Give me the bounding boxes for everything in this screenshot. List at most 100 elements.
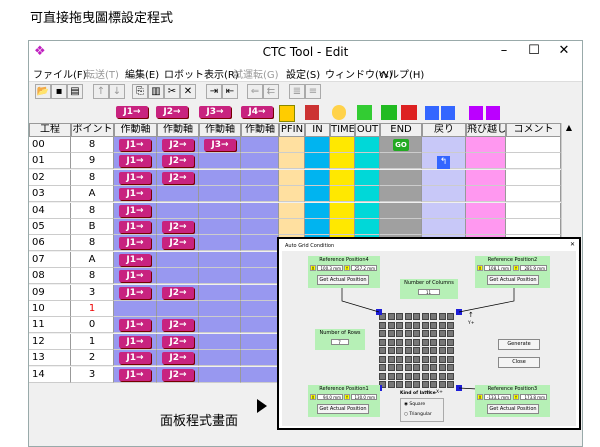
grid-cell[interactable] xyxy=(199,251,241,268)
copy-icon[interactable]: ⎘ xyxy=(132,84,148,99)
menu-test-run[interactable]: 試運転(G) xyxy=(233,66,279,81)
grid-cell[interactable] xyxy=(466,169,506,186)
menu-robot-display[interactable]: ロボット表示(R) xyxy=(164,66,239,81)
grid-cell[interactable] xyxy=(241,284,279,301)
grid-cell[interactable] xyxy=(380,153,422,170)
point-cell[interactable]: 1 xyxy=(71,301,114,317)
grid-cell[interactable] xyxy=(199,153,241,170)
j1-axis-icon[interactable]: J1→ xyxy=(119,368,151,381)
maximize-button[interactable]: ☐ xyxy=(519,42,549,60)
grid-cell[interactable] xyxy=(199,350,241,367)
j2-axis-icon[interactable]: J2→ xyxy=(162,139,194,151)
insert-col-icon[interactable]: ⇤ xyxy=(222,84,238,99)
grid-cell[interactable] xyxy=(199,317,241,334)
grid-cell[interactable] xyxy=(330,219,355,235)
point-cell[interactable]: 8 xyxy=(71,137,114,153)
grid-cell[interactable] xyxy=(330,137,355,153)
j3-axis-icon[interactable]: J3→ xyxy=(204,139,236,151)
grid-cell[interactable] xyxy=(199,235,241,252)
go-icon[interactable]: GO xyxy=(393,139,409,151)
menu-settings[interactable]: 設定(S) xyxy=(286,66,320,81)
grid-cell[interactable] xyxy=(279,137,305,153)
j2-axis-icon[interactable]: J2→ xyxy=(162,352,194,365)
up-icon[interactable]: ↑ xyxy=(93,84,109,99)
grid-cell[interactable] xyxy=(279,153,305,170)
return-icon[interactable]: ↰ xyxy=(437,156,450,169)
step-cell[interactable]: 03 xyxy=(29,186,71,203)
go-palette-icon[interactable] xyxy=(381,105,397,120)
menu-edit[interactable]: 編集(E) xyxy=(125,66,159,81)
grid-cell[interactable] xyxy=(241,219,279,235)
grid-cell[interactable] xyxy=(157,202,199,219)
grid-cell[interactable] xyxy=(330,153,355,170)
j1-axis-icon[interactable]: J1→ xyxy=(119,335,151,348)
grid-cell[interactable] xyxy=(199,186,241,203)
grid-cell[interactable] xyxy=(241,202,279,219)
generate-button[interactable]: Generate xyxy=(498,339,540,350)
grid-cell[interactable] xyxy=(241,137,279,153)
j1-axis-icon[interactable]: J1→ xyxy=(119,204,151,217)
jump2-palette-icon[interactable] xyxy=(486,106,500,120)
ref3-get-position-button[interactable]: Get Actual Position xyxy=(487,404,539,414)
pfin-palette-icon[interactable] xyxy=(279,105,295,122)
point-cell[interactable]: 1 xyxy=(71,333,114,350)
paste-icon[interactable]: ▥ xyxy=(148,84,164,99)
grid-cell[interactable] xyxy=(157,251,199,268)
grid-cell[interactable] xyxy=(506,169,561,186)
grid-cell[interactable] xyxy=(355,153,380,170)
grid-cell[interactable] xyxy=(241,301,279,317)
grid-cell[interactable] xyxy=(422,219,466,235)
grid-cell[interactable] xyxy=(305,153,330,170)
grid-cell[interactable] xyxy=(355,186,380,203)
point-cell[interactable]: 2 xyxy=(71,350,114,367)
grid-cell[interactable] xyxy=(380,202,422,219)
j2-axis-icon[interactable]: J2→ xyxy=(162,319,194,332)
step-cell[interactable]: 02 xyxy=(29,169,71,186)
indent-icon[interactable]: ⇐ xyxy=(247,84,263,99)
j1-palette-icon[interactable]: J1→ xyxy=(116,106,148,118)
point-cell[interactable]: 9 xyxy=(71,153,114,170)
step-cell[interactable]: 00 xyxy=(29,137,71,153)
down-icon[interactable]: ↓ xyxy=(109,84,125,99)
step-cell[interactable]: 09 xyxy=(29,284,71,301)
grid-cell[interactable] xyxy=(466,219,506,235)
grid-cell[interactable] xyxy=(157,268,199,285)
grid-cell[interactable] xyxy=(279,169,305,186)
grid-cell[interactable] xyxy=(355,169,380,186)
j2-axis-icon[interactable]: J2→ xyxy=(162,368,194,381)
ref3-x-input[interactable]: -133.1 mm xyxy=(484,394,511,400)
grid-cell[interactable] xyxy=(330,202,355,219)
point-cell[interactable]: 3 xyxy=(71,284,114,301)
grid-cell[interactable] xyxy=(241,169,279,186)
stop-palette-icon[interactable] xyxy=(401,105,417,120)
close-button[interactable]: ✕ xyxy=(549,42,579,60)
grid-cell[interactable] xyxy=(157,186,199,203)
ref1-y-input[interactable]: 130.0 mm xyxy=(351,394,377,400)
grid-cell[interactable] xyxy=(241,333,279,350)
outdent-icon[interactable]: ⇇ xyxy=(263,84,279,99)
j1-axis-icon[interactable]: J1→ xyxy=(119,221,151,233)
align-left-icon[interactable]: ≣ xyxy=(289,84,305,99)
grid-cell[interactable] xyxy=(199,268,241,285)
grid-cell[interactable] xyxy=(157,301,199,317)
align-right-icon[interactable]: ≡ xyxy=(305,84,321,99)
grid-cell[interactable] xyxy=(279,219,305,235)
grid-cell[interactable] xyxy=(506,202,561,219)
grid-cell[interactable] xyxy=(305,137,330,153)
grid-cell[interactable] xyxy=(422,169,466,186)
grid-cell[interactable] xyxy=(506,137,561,153)
menu-help[interactable]: ヘルプ(H) xyxy=(379,66,424,81)
grid-cell[interactable] xyxy=(241,366,279,383)
grid-cell[interactable] xyxy=(466,153,506,170)
in-palette-icon[interactable] xyxy=(305,105,319,120)
timer-palette-icon[interactable] xyxy=(332,105,346,120)
grid-cell[interactable] xyxy=(241,186,279,203)
menu-file[interactable]: ファイル(F) xyxy=(33,66,87,81)
save-icon[interactable]: ▪ xyxy=(51,84,67,99)
grid-cell[interactable] xyxy=(241,350,279,367)
grid-cell[interactable] xyxy=(506,186,561,203)
grid-cell[interactable] xyxy=(506,153,561,170)
scroll-up-icon[interactable]: ▲ xyxy=(562,123,576,132)
grid-cell[interactable] xyxy=(199,366,241,383)
grid-cell[interactable] xyxy=(466,137,506,153)
